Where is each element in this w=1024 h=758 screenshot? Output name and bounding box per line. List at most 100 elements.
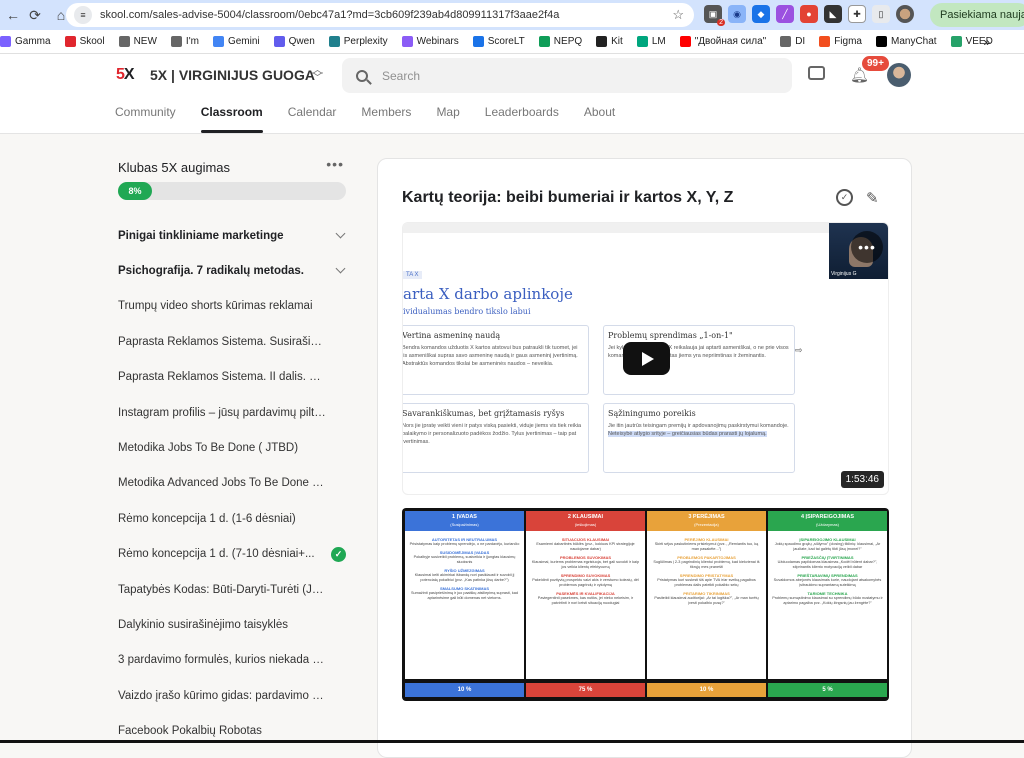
tab-community[interactable]: Community bbox=[115, 105, 176, 133]
tab-members[interactable]: Members bbox=[361, 105, 411, 133]
infographic-body: PERĖJIMO KLAUSIMAI Skirti sėjus paskutini… bbox=[647, 531, 766, 679]
infographic-step-text: Paviegentinti pasekmes, kas nutiks, jei … bbox=[537, 596, 634, 605]
chevron-down-icon[interactable] bbox=[335, 228, 346, 239]
lesson-item[interactable]: Vaizdo įrašo kūrimo gidas: pardavimo sce… bbox=[118, 678, 348, 713]
slide-box-heading: Vertina asmeninę naudą bbox=[402, 331, 501, 340]
slide-box-heading: Sąžiningumo poreikis bbox=[608, 409, 696, 418]
chat-icon[interactable] bbox=[808, 66, 825, 80]
extension-icon[interactable]: ◉ bbox=[728, 5, 746, 23]
lesson-item[interactable]: 3 pardavimo formulės, kurios niekada nep… bbox=[118, 643, 348, 678]
bookmark-item[interactable]: Skool bbox=[64, 36, 105, 47]
play-button[interactable] bbox=[623, 342, 670, 375]
puzzle-icon[interactable]: ✚ bbox=[848, 5, 866, 23]
bookmark-label: Kit bbox=[611, 36, 623, 47]
tab-calendar[interactable]: Calendar bbox=[288, 105, 337, 133]
bookmark-item[interactable]: Webinars bbox=[401, 36, 459, 47]
infographic-step-text: Sumažinti pasipriešinimą ir juo paaiškų … bbox=[411, 591, 518, 600]
bookmark-item[interactable]: Qwen bbox=[273, 36, 315, 47]
edit-icon[interactable]: ✎ bbox=[866, 189, 879, 207]
infographic-header: 2 KLAUSIMAI (ieškojimas) bbox=[526, 511, 645, 531]
lesson-item-label: Psichografija. 7 radikalų metodas. bbox=[118, 265, 304, 278]
group-logo[interactable]: 5X bbox=[116, 66, 135, 84]
lesson-item[interactable]: Tapatybės Kodas: Būti-Daryti-Turėti (JMM… bbox=[118, 572, 348, 607]
bookmark-item[interactable]: Figma bbox=[819, 36, 862, 47]
infographic-header: 4 ĮSIPAREIGOJIMAS (Uždarymas) bbox=[768, 511, 887, 531]
extension-icon[interactable]: ◣ bbox=[824, 5, 842, 23]
tab-about[interactable]: About bbox=[584, 105, 615, 133]
lesson-item[interactable]: Rėmo koncepcija 1 d. (7-10 dėsniai+... ✓ bbox=[118, 537, 348, 572]
sales-infographic: 1 ĮVADAS (Susipažinimas) AUTORITETAS IR NE… bbox=[402, 508, 889, 701]
profile-avatar-icon[interactable] bbox=[896, 5, 914, 23]
bookmark-icon bbox=[118, 36, 130, 47]
site-info-icon[interactable]: ≡ bbox=[74, 6, 92, 24]
slide-box-highlight: Neteisybė atlygio srityje – greičiausias… bbox=[608, 431, 767, 437]
bookmark-item[interactable]: Gamma bbox=[0, 36, 51, 47]
sidepanel-icon[interactable]: ▯ bbox=[872, 5, 890, 23]
search-placeholder: Search bbox=[382, 68, 421, 83]
tab-leaderboards[interactable]: Leaderboards bbox=[485, 105, 559, 133]
extension-icon[interactable]: ◆ bbox=[752, 5, 770, 23]
module-section[interactable]: Pinigai tinkliniame marketinge bbox=[118, 218, 348, 253]
lesson-item[interactable]: Trumpų video shorts kūrimas reklamai bbox=[118, 289, 348, 324]
search-input[interactable]: Search bbox=[342, 58, 792, 93]
group-name[interactable]: 5X | VIRGINIJUS GUOGA bbox=[150, 67, 315, 83]
infographic-step-text: Klausimai, kuriems problemas egzistuoja,… bbox=[531, 560, 640, 569]
bookmark-icon bbox=[64, 36, 76, 47]
infographic-step-text: Problemų sumąstinimo klausimai su sprend… bbox=[772, 596, 883, 605]
lesson-item-label: Paprasta Reklamos Sistema. Susirašinėjim… bbox=[118, 335, 326, 348]
infographic-step-text: Pristatymas kuri suskrsti šiš apie TVA i… bbox=[657, 578, 756, 587]
infographic-step-text: Klausimai kelti akimirkai išbandę nori p… bbox=[414, 573, 515, 582]
bookmark-star-icon[interactable]: ☆ bbox=[672, 7, 684, 23]
bookmark-item[interactable]: ScoreLT bbox=[472, 36, 525, 47]
lesson-item-label: Trumpų video shorts kūrimas reklamai bbox=[118, 300, 313, 313]
lesson-item[interactable]: Paprasta Reklamos Sistema. Susirašinėjim… bbox=[118, 324, 348, 359]
update-pill[interactable]: Pasiekiama nauja bbox=[930, 3, 1024, 27]
group-switch-icon[interactable]: ︿ ﹀ bbox=[312, 65, 323, 84]
mark-complete-icon[interactable]: ✓ bbox=[836, 189, 853, 206]
address-bar[interactable]: ≡ skool.com/sales-advise-5004/classroom/… bbox=[66, 3, 694, 27]
extension-icon[interactable]: ╱ bbox=[776, 5, 794, 23]
infographic-subtitle: (ieškojimas) bbox=[574, 522, 597, 527]
lesson-item[interactable]: Dalykinio susirašinėjimo taisyklės bbox=[118, 607, 348, 642]
lesson-item[interactable]: Metodika Jobs To Be Done ( JTBD) bbox=[118, 430, 348, 465]
video-more-icon[interactable]: ••• bbox=[851, 231, 883, 263]
bookmark-item[interactable]: ManyChat bbox=[876, 36, 937, 47]
notification-badge[interactable]: 99+ bbox=[862, 56, 889, 71]
bookmark-label: Webinars bbox=[416, 36, 459, 47]
lesson-item-label: Tapatybės Kodas: Būti-Daryti-Turėti (JMM… bbox=[118, 583, 326, 596]
lesson-item-label: Metodika Advanced Jobs To Be Done ( AJTB… bbox=[118, 477, 326, 490]
slide-subheading: ividualumas bendro tikslo labui bbox=[403, 307, 531, 316]
bookmark-item[interactable]: Perplexity bbox=[328, 36, 388, 47]
video-side-strip bbox=[829, 279, 888, 494]
bookmark-item[interactable]: Gemini bbox=[212, 36, 260, 47]
reload-icon[interactable]: ⟳ bbox=[22, 2, 48, 28]
bookmark-item[interactable]: DI bbox=[780, 36, 805, 47]
bookmark-item[interactable]: NEW bbox=[118, 36, 157, 47]
slide-box-heading: Problemų sprendimas „1-on-1" bbox=[608, 331, 733, 340]
module-section[interactable]: Psichografija. 7 radikalų metodas. bbox=[118, 253, 348, 288]
lesson-item[interactable]: Paprasta Reklamos Sistema. II dalis. Par… bbox=[118, 360, 348, 395]
infographic-column: 3 PERĖJIMAS (Prezentacija) PERĖJIMO KLAUSI… bbox=[647, 511, 766, 697]
module-list: Pinigai tinkliniame marketinge Psichograf… bbox=[118, 218, 348, 749]
avatar[interactable] bbox=[887, 63, 911, 87]
bookmark-item[interactable]: LM bbox=[636, 36, 666, 47]
video-player[interactable]: TA X arta X darbo aplinkoje ividualumas … bbox=[402, 222, 889, 495]
bookmark-item[interactable]: "Двойная сила" bbox=[679, 36, 766, 47]
extension-icon[interactable]: ▣ 2 bbox=[704, 5, 725, 26]
bookmark-item[interactable]: NEPQ bbox=[538, 36, 582, 47]
site-header: 5X 5X | VIRGINIJUS GUOGA ︿ ﹀ Search 🔔︎ 99… bbox=[0, 54, 1024, 134]
course-sidebar: Klubas 5X augimas ••• 8% Pinigai tinklin… bbox=[118, 134, 348, 743]
infographic-step-text: Skirti sėjus paskutiniems prisiekymui (p… bbox=[654, 542, 759, 551]
tab-map[interactable]: Map bbox=[436, 105, 459, 133]
lesson-item[interactable]: Rėmo koncepcija 1 d. (1-6 dėsniai) bbox=[118, 501, 348, 536]
more-options-icon[interactable]: ••• bbox=[326, 156, 344, 172]
bookmarks-overflow-icon[interactable]: » bbox=[983, 35, 990, 49]
lesson-item[interactable]: Instagram profilis – jūsų pardavimų pilt… bbox=[118, 395, 348, 430]
chevron-down-icon[interactable] bbox=[335, 263, 346, 274]
lesson-item[interactable]: Facebook Pokalbių Robotas bbox=[118, 713, 348, 748]
bookmark-item[interactable]: Kit bbox=[596, 36, 623, 47]
bookmark-item[interactable]: I'm bbox=[170, 36, 199, 47]
extension-icon[interactable]: ● bbox=[800, 5, 818, 23]
tab-classroom[interactable]: Classroom bbox=[200, 105, 263, 133]
lesson-item[interactable]: Metodika Advanced Jobs To Be Done ( AJTB… bbox=[118, 466, 348, 501]
